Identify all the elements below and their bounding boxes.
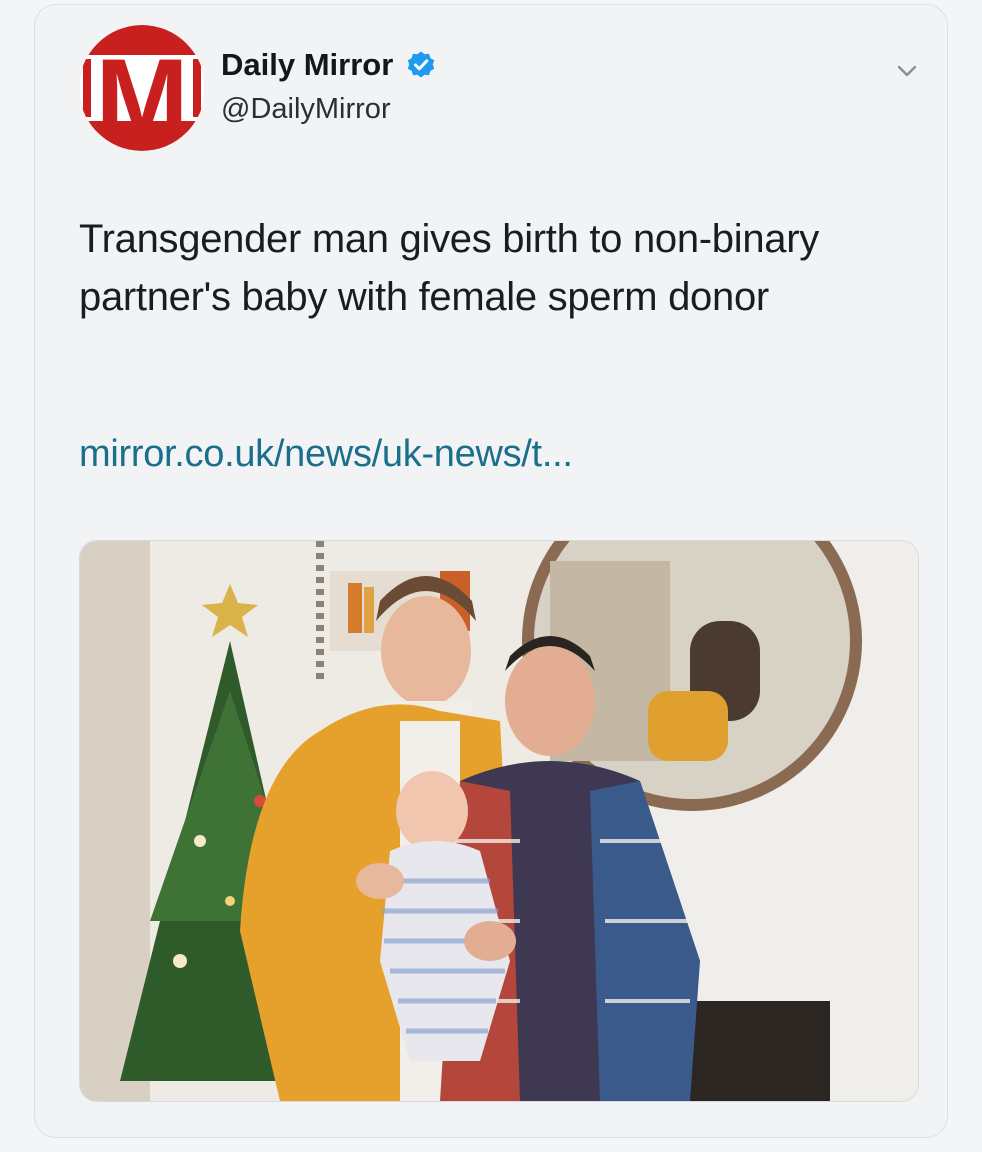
tweet-text: Transgender man gives birth to non-binar… [79, 217, 819, 319]
handle[interactable]: @DailyMirror [221, 93, 436, 126]
display-name[interactable]: Daily Mirror [221, 47, 393, 83]
daily-mirror-logo-icon: M [79, 25, 205, 151]
tweet-card[interactable]: M Daily Mirror @DailyMirror Transgender … [34, 4, 948, 1138]
verified-badge-icon [407, 51, 434, 78]
photo-family-christmas-tree-icon [80, 541, 918, 1101]
article-link[interactable]: mirror.co.uk/news/uk-news/t... [79, 433, 573, 476]
chevron-down-icon[interactable] [889, 53, 925, 89]
avatar[interactable]: M [79, 25, 205, 151]
avatar-letter: M [95, 36, 188, 151]
author-block: Daily Mirror @DailyMirror [221, 47, 436, 126]
tweet-photo[interactable] [79, 540, 919, 1102]
